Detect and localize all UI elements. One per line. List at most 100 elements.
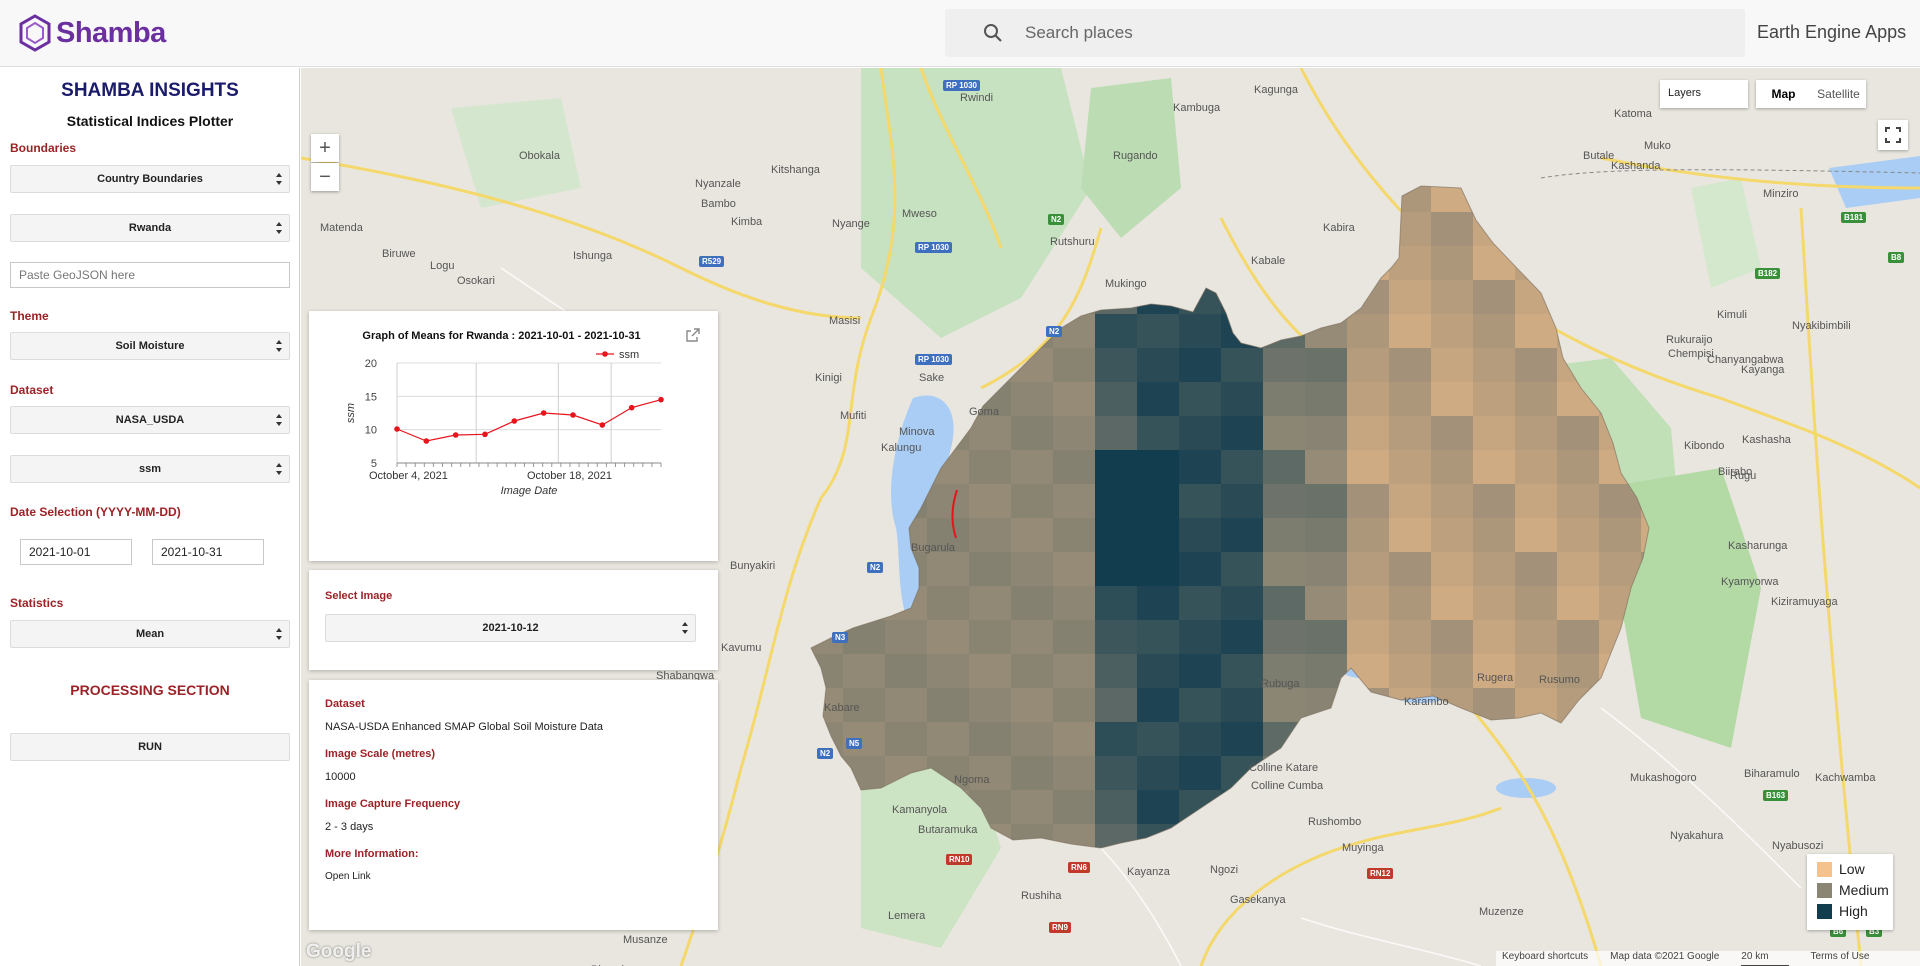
open-link[interactable]: Open Link xyxy=(325,871,371,882)
heat-cell xyxy=(1599,552,1642,587)
place-label: Kalungu xyxy=(881,442,922,454)
zoom-out-button[interactable]: − xyxy=(311,163,339,191)
heat-cell xyxy=(1557,186,1600,213)
heat-cell xyxy=(843,586,886,621)
heat-cell xyxy=(1473,824,1516,848)
dataset-value: NASA_USDA xyxy=(115,414,185,426)
statistics-select[interactable]: Mean xyxy=(10,620,290,648)
heat-cell xyxy=(843,858,886,893)
heat-cell xyxy=(1599,212,1642,247)
heat-cell xyxy=(1473,722,1516,757)
heat-cell xyxy=(811,186,844,213)
heat-cell xyxy=(1263,518,1306,553)
start-date-input[interactable]: 2021-10-01 xyxy=(20,539,132,565)
heat-cell xyxy=(1263,722,1306,757)
shamba-logo[interactable]: Shamba xyxy=(18,14,166,52)
heat-cell xyxy=(811,518,844,553)
heat-cell xyxy=(843,620,886,655)
heat-cell xyxy=(811,382,844,417)
heat-cell xyxy=(1557,858,1600,893)
heat-cell xyxy=(1263,858,1306,893)
legend-label: ssm xyxy=(619,349,639,361)
heat-cell xyxy=(1263,212,1306,247)
map-canvas[interactable]: Rwindi Kagunga Kambuga Katoma Obokala Kitshan… xyxy=(301,68,1920,966)
heat-cell xyxy=(1179,246,1222,281)
heat-cell xyxy=(1599,858,1642,893)
map-type-map-button[interactable]: Map xyxy=(1756,80,1811,108)
place-label: Kachwamba xyxy=(1815,772,1876,784)
boundary-type-select[interactable]: Country Boundaries xyxy=(10,165,290,193)
place-label: Lemera xyxy=(888,910,926,922)
heat-cell xyxy=(1641,246,1649,281)
band-select[interactable]: ssm xyxy=(10,455,290,483)
place-label: Rutshuru xyxy=(1050,236,1095,248)
heat-cell xyxy=(1179,620,1222,655)
heat-cell xyxy=(1179,824,1222,848)
heat-cell xyxy=(1137,186,1180,213)
keyboard-shortcuts-link[interactable]: Keyboard shortcuts xyxy=(1502,951,1588,966)
dataset-select[interactable]: NASA_USDA xyxy=(10,406,290,434)
heat-cell xyxy=(1347,314,1390,349)
terms-of-use-link[interactable]: Terms of Use xyxy=(1811,951,1870,966)
data-point xyxy=(599,422,606,428)
heat-cell xyxy=(1389,858,1432,893)
heat-cell xyxy=(1557,416,1600,451)
heat-cell xyxy=(927,280,970,315)
image-date-select[interactable]: 2021-10-12 xyxy=(325,614,696,642)
layers-dropdown[interactable]: Layers xyxy=(1660,80,1748,108)
statistic-value: Mean xyxy=(135,628,165,640)
end-date-input[interactable]: 2021-10-31 xyxy=(152,539,264,565)
heat-cell xyxy=(1221,450,1264,485)
heat-cell xyxy=(1431,654,1474,689)
heat-cell xyxy=(927,314,970,349)
earth-engine-apps-link[interactable]: Earth Engine Apps xyxy=(1757,22,1906,43)
heat-cell xyxy=(1431,314,1474,349)
heat-cell xyxy=(1347,450,1390,485)
heat-cell xyxy=(1053,586,1096,621)
heat-cell xyxy=(969,552,1012,587)
search-input[interactable] xyxy=(1025,23,1685,43)
heat-cell xyxy=(1515,314,1558,349)
heat-cell xyxy=(1053,722,1096,757)
heat-cell xyxy=(1347,586,1390,621)
heat-cell xyxy=(1179,416,1222,451)
fullscreen-button[interactable] xyxy=(1878,120,1908,150)
heat-cell xyxy=(969,484,1012,519)
heat-cell xyxy=(1641,186,1649,213)
zoom-in-button[interactable]: + xyxy=(311,134,339,162)
select-arrows-icon xyxy=(276,222,282,234)
place-label: Musanze xyxy=(623,934,668,946)
heat-cell xyxy=(1179,552,1222,587)
theme-select[interactable]: Soil Moisture xyxy=(10,332,290,360)
heat-cell xyxy=(1599,416,1642,451)
google-logo: Google xyxy=(306,941,372,962)
heat-cell xyxy=(1431,552,1474,587)
legend-item-high: High xyxy=(1817,903,1868,919)
place-label: Rubuga xyxy=(1261,678,1300,690)
heat-cell xyxy=(1599,824,1642,848)
heat-cell xyxy=(1431,586,1474,621)
heat-cell xyxy=(1263,450,1306,485)
heat-cell xyxy=(1179,722,1222,757)
place-label: Muyinga xyxy=(1342,842,1384,854)
heat-cell xyxy=(1347,688,1390,723)
select-arrows-icon xyxy=(276,414,282,426)
hexagon-logo-icon xyxy=(19,14,51,52)
heat-cell xyxy=(1557,518,1600,553)
place-label: Minova xyxy=(899,426,935,438)
heat-cell xyxy=(1221,416,1264,451)
heat-cell xyxy=(1095,722,1138,757)
heat-cell xyxy=(1053,484,1096,519)
search-box[interactable] xyxy=(945,9,1745,57)
map-type-satellite-button[interactable]: Satellite xyxy=(1811,80,1866,108)
heat-cell xyxy=(969,450,1012,485)
heat-cell xyxy=(1137,450,1180,485)
heat-cell xyxy=(1137,586,1180,621)
heat-cell xyxy=(1557,790,1600,825)
country-select[interactable]: Rwanda xyxy=(10,214,290,242)
y-axis-title: ssm xyxy=(345,403,357,423)
run-button[interactable]: RUN xyxy=(10,733,290,761)
heat-cell xyxy=(1557,586,1600,621)
geojson-input[interactable]: Paste GeoJSON here xyxy=(10,262,290,288)
place-label: Mukingo xyxy=(1105,278,1147,290)
